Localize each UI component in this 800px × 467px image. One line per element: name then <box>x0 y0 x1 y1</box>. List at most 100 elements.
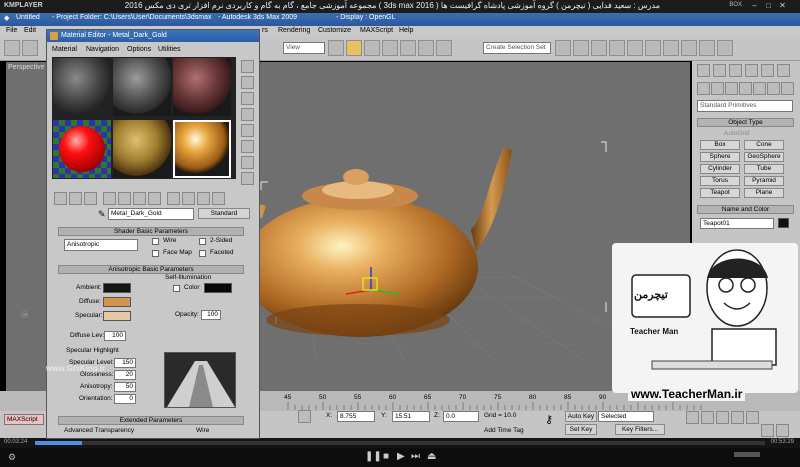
go-forward-sibling-icon[interactable] <box>212 192 225 205</box>
cylinder-button[interactable]: Cylinder <box>700 164 740 174</box>
motion-tab-icon[interactable] <box>745 64 758 77</box>
display-tab-icon[interactable] <box>761 64 774 77</box>
sample-slot-3[interactable] <box>173 58 231 116</box>
key-filters-button[interactable]: Key Filters... <box>615 424 665 435</box>
menu-customize[interactable]: Customize <box>318 27 351 34</box>
material-editor-icon[interactable] <box>645 40 661 56</box>
select-by-material-icon[interactable] <box>241 172 254 185</box>
primitive-category-combo[interactable]: Standard Primitives <box>697 100 793 112</box>
lock-selection-icon[interactable] <box>298 410 311 423</box>
mirror-icon[interactable] <box>555 40 571 56</box>
video-color-check-icon[interactable] <box>241 124 254 137</box>
go-to-parent-icon[interactable] <box>197 192 210 205</box>
backlight-icon[interactable] <box>241 76 254 89</box>
sample-type-icon[interactable] <box>241 60 254 73</box>
pause-icon[interactable]: ❚❚ <box>365 451 382 462</box>
name-color-rollout[interactable]: Name and Color <box>697 205 794 214</box>
snap-toggle-icon[interactable] <box>364 40 380 56</box>
put-to-scene-icon[interactable] <box>69 192 82 205</box>
orientation-spinner[interactable]: 0 <box>114 394 136 404</box>
menu-rendering[interactable]: Rendering <box>278 27 310 34</box>
menu-material[interactable]: Material <box>52 46 77 53</box>
self-illum-color-checkbox[interactable] <box>173 285 180 292</box>
volume-slider[interactable] <box>734 452 760 457</box>
lights-icon[interactable] <box>725 82 738 95</box>
angle-snap-icon[interactable] <box>382 40 398 56</box>
menu-file[interactable]: File <box>6 27 17 34</box>
geosphere-button[interactable]: GeoSphere <box>744 152 784 162</box>
show-map-icon[interactable] <box>167 192 180 205</box>
sample-slot-4[interactable] <box>53 120 111 178</box>
spinner-snap-icon[interactable] <box>418 40 434 56</box>
selected-combo[interactable]: Selected <box>598 411 654 422</box>
autogrid-checkbox[interactable]: AutoGrid <box>724 130 750 137</box>
z-coordinate[interactable]: 0.0 <box>443 411 479 422</box>
pyramid-button[interactable]: Pyramid <box>744 176 784 186</box>
maxscript-listener[interactable]: MAXScript <box>4 414 44 425</box>
play-icon[interactable] <box>716 411 729 424</box>
named-selection-set-combo[interactable]: Create Selection Set <box>483 42 551 54</box>
reference-coord-combo[interactable]: View <box>283 42 325 54</box>
opacity-spinner[interactable]: 100 <box>201 310 221 320</box>
spacewarps-icon[interactable] <box>767 82 780 95</box>
put-to-library-icon[interactable] <box>133 192 146 205</box>
next-icon[interactable]: ⏭ <box>411 451 420 462</box>
object-color-swatch[interactable] <box>778 218 789 228</box>
make-preview-icon[interactable] <box>241 140 254 153</box>
pick-material-icon[interactable]: ✎ <box>98 209 106 220</box>
quick-render-icon[interactable] <box>699 40 715 56</box>
previous-frame-icon[interactable] <box>701 411 714 424</box>
wire-checkbox[interactable] <box>152 238 159 245</box>
key-icon[interactable]: ⚷ <box>545 414 561 426</box>
shapes-icon[interactable] <box>711 82 724 95</box>
settings-icon[interactable]: ⚙ <box>8 452 16 463</box>
make-unique-icon[interactable] <box>118 192 131 205</box>
background-icon[interactable] <box>241 92 254 105</box>
close-icon[interactable]: ✕ <box>777 1 788 11</box>
hierarchy-tab-icon[interactable] <box>729 64 742 77</box>
percent-snap-icon[interactable] <box>400 40 416 56</box>
create-tab-icon[interactable] <box>697 64 710 77</box>
pivot-icon[interactable] <box>328 40 344 56</box>
menu-modifiers[interactable]: rs <box>262 27 268 34</box>
schematic-view-icon[interactable] <box>627 40 643 56</box>
get-material-icon[interactable] <box>54 192 67 205</box>
y-coordinate[interactable]: 15.51 <box>392 411 430 422</box>
sample-slot-6-selected[interactable] <box>173 120 231 178</box>
plane-button[interactable]: Plane <box>744 188 784 198</box>
x-coordinate[interactable]: 8.755 <box>337 411 375 422</box>
show-end-result-icon[interactable] <box>182 192 195 205</box>
render-setup-icon[interactable] <box>663 40 679 56</box>
stop-icon[interactable]: ■ <box>383 451 389 462</box>
maximize-icon[interactable]: □ <box>763 1 774 11</box>
set-key-button[interactable]: Set Key <box>565 424 597 435</box>
undo-icon[interactable] <box>4 40 20 56</box>
faceted-checkbox[interactable] <box>199 250 206 257</box>
options-icon[interactable] <box>241 156 254 169</box>
select-manipulate-icon[interactable] <box>346 40 362 56</box>
sample-slot-5[interactable] <box>113 120 171 178</box>
align-icon[interactable] <box>573 40 589 56</box>
cone-button[interactable]: Cone <box>744 140 784 150</box>
anisotropic-basic-rollout[interactable]: Anisotropic Basic Parameters <box>58 265 244 274</box>
two-sided-checkbox[interactable] <box>199 238 206 245</box>
specular-swatch[interactable] <box>103 311 131 321</box>
sample-slot-1[interactable] <box>53 58 111 116</box>
torus-button[interactable]: Torus <box>700 176 740 186</box>
next-frame-icon[interactable] <box>731 411 744 424</box>
geometry-icon[interactable] <box>697 82 710 95</box>
curve-editor-icon[interactable] <box>609 40 625 56</box>
assign-to-selection-icon[interactable] <box>84 192 97 205</box>
material-name-field[interactable]: Metal_Dark_Gold <box>108 208 194 220</box>
shader-basic-rollout[interactable]: Shader Basic Parameters <box>58 227 244 236</box>
diffuse-level-spinner[interactable]: 100 <box>104 331 126 341</box>
anisotropy-spinner[interactable]: 50 <box>114 382 136 392</box>
menu-help[interactable]: Help <box>399 27 413 34</box>
tube-button[interactable]: Tube <box>744 164 784 174</box>
player-box-label[interactable]: BOX <box>729 2 742 8</box>
cameras-icon[interactable] <box>739 82 752 95</box>
zoom-extents-icon[interactable] <box>761 424 774 437</box>
menu-edit[interactable]: Edit <box>24 27 36 34</box>
sphere-button[interactable]: Sphere <box>700 152 740 162</box>
viewport-label[interactable]: Perspective <box>8 64 45 71</box>
